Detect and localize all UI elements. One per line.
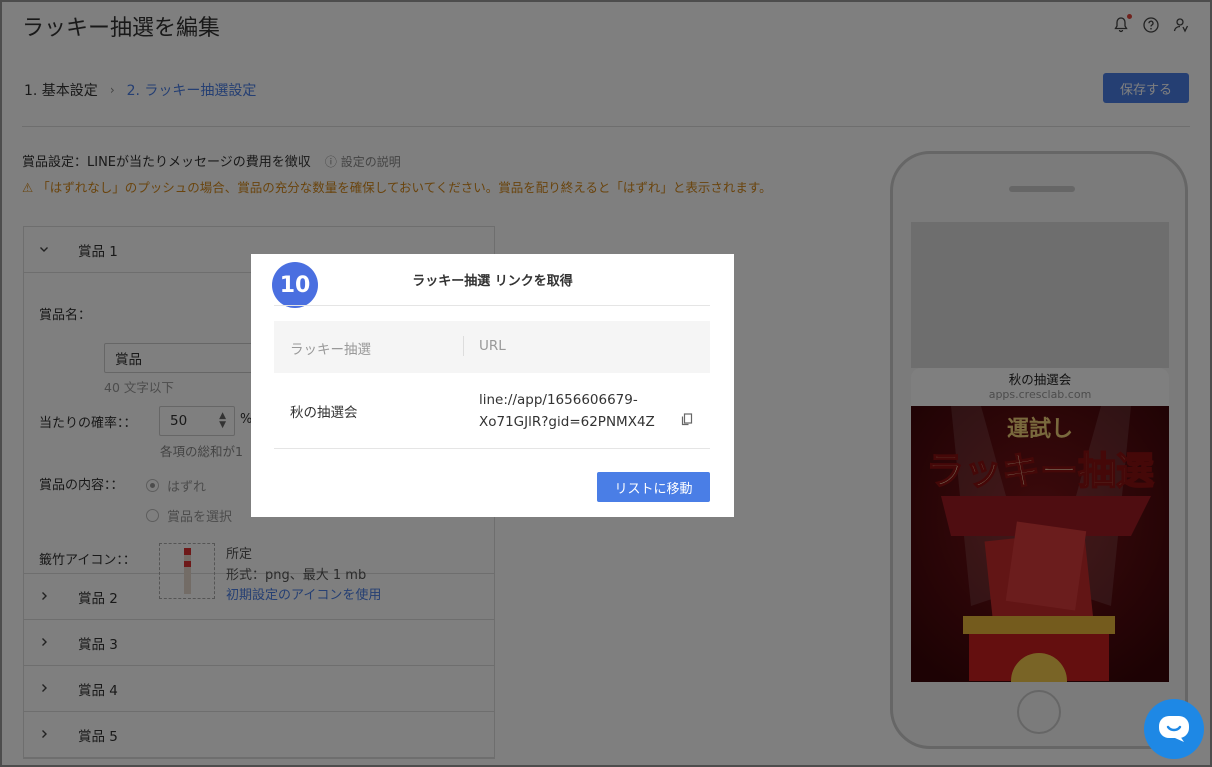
go-to-list-button[interactable]: リストに移動 — [597, 472, 710, 502]
table-header: ラッキー抽選 URL — [274, 321, 710, 373]
row-lottery-name: 秋の抽選会 — [290, 405, 358, 421]
modal-divider — [274, 305, 710, 306]
modal-title: ラッキー抽選 リンクを取得 — [412, 274, 573, 289]
copy-icon[interactable] — [681, 413, 693, 430]
chat-bubble-icon — [1159, 716, 1189, 742]
column-divider — [463, 336, 464, 356]
get-link-modal: 10 ラッキー抽選 リンクを取得 ラッキー抽選 URL 秋の抽選会 line:/… — [251, 254, 734, 517]
row-lottery-url[interactable]: line://app/1656606679-Xo71GJlR?gid=62PNM… — [479, 389, 694, 433]
table-row: 秋の抽選会 line://app/1656606679-Xo71GJlR?gid… — [274, 373, 710, 449]
column-header-name: ラッキー抽選 — [290, 342, 371, 358]
chat-widget-button[interactable] — [1144, 699, 1204, 759]
column-header-url: URL — [479, 338, 506, 354]
